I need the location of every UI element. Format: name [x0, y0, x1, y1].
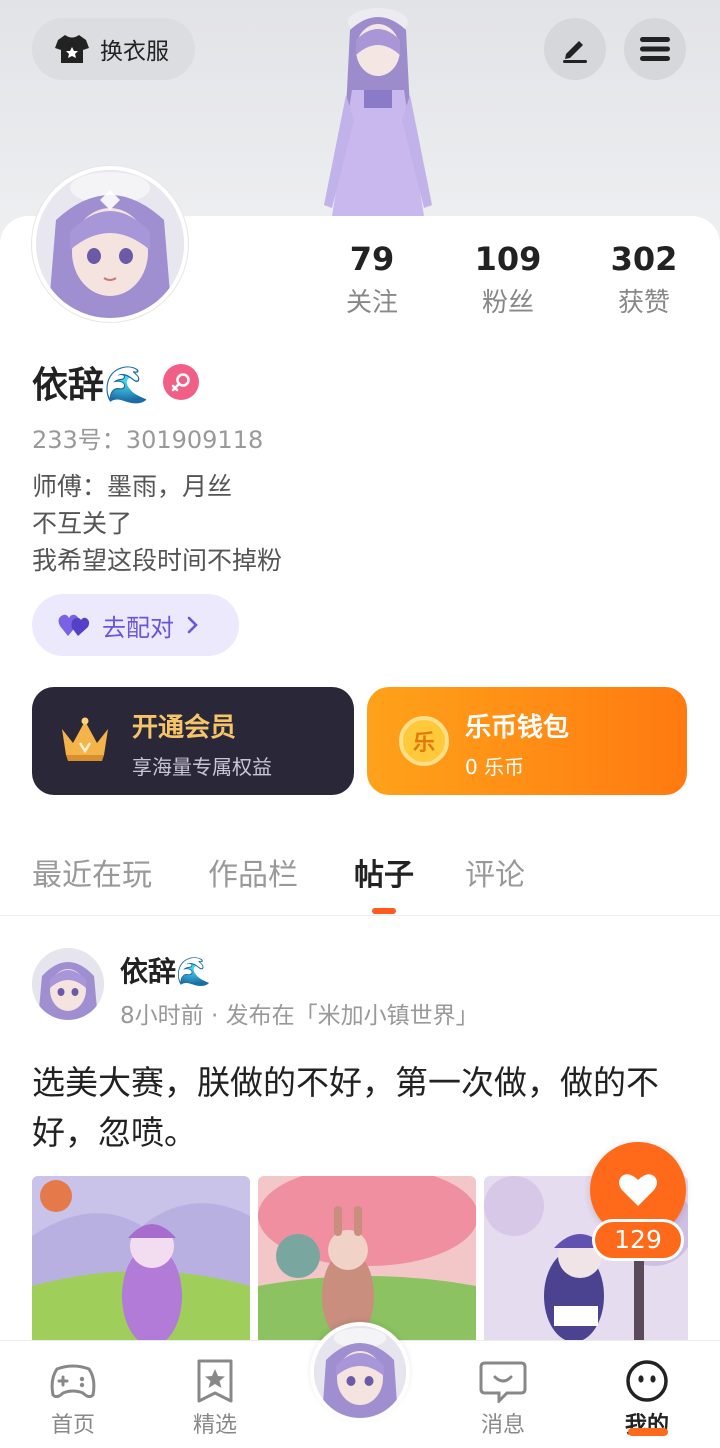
post-meta: 8小时前 · 发布在「米加小镇世界」 — [120, 1003, 479, 1029]
crown-icon — [62, 717, 108, 761]
bio: 师傅：墨雨，月丝 不互关了 我希望这段时间不掉粉 — [32, 468, 282, 579]
stat-likes[interactable]: 302 获赞 — [589, 240, 699, 319]
match-label: 去配对 — [102, 613, 174, 642]
followers-label: 粉丝 — [481, 288, 534, 318]
wallet-title: 乐币钱包 — [465, 713, 570, 743]
tab-recently-played[interactable]: 最近在玩 — [32, 850, 152, 894]
like-count: 129 — [592, 1219, 684, 1261]
vip-subtitle: 享海量专属权益 — [132, 755, 272, 779]
post-author-avatar[interactable] — [32, 948, 104, 1020]
coin-wallet-card[interactable]: 乐 乐币钱包 0 乐币 — [367, 687, 687, 795]
pencil-icon — [563, 41, 587, 63]
bio-line: 不互关了 — [32, 509, 133, 538]
heart-icon — [619, 1174, 657, 1206]
double-heart-icon — [58, 614, 90, 636]
profile-avatar[interactable] — [32, 166, 188, 322]
following-label: 关注 — [345, 288, 398, 318]
change-outfit-button[interactable]: 换衣服 — [32, 18, 195, 80]
coin-icon: 乐 — [399, 716, 449, 766]
vip-title: 开通会员 — [132, 713, 237, 743]
likes-received-count: 302 — [610, 240, 678, 278]
user-id: 233号：301909118 — [32, 426, 264, 454]
change-outfit-label: 换衣服 — [100, 39, 169, 65]
tab-comments[interactable]: 评论 — [465, 850, 525, 894]
nav-featured[interactable]: 精选 — [160, 1341, 270, 1448]
wallet-balance: 0 乐币 — [465, 755, 525, 779]
avatar-portrait — [314, 1326, 406, 1418]
nav-featured-label: 精选 — [192, 1413, 237, 1438]
gamepad-icon — [50, 1364, 96, 1399]
post-body[interactable]: 选美大赛，朕做的不好，第一次做，做的不好，忽喷。 — [32, 1058, 692, 1158]
content-tabs: 最近在玩 作品栏 帖子 评论 — [0, 850, 720, 916]
edit-profile-button[interactable] — [544, 18, 606, 80]
followers-count: 109 — [474, 240, 542, 278]
chat-bubble-icon — [479, 1361, 527, 1403]
hamburger-menu-icon — [640, 37, 670, 61]
post-image[interactable] — [32, 1176, 250, 1346]
menu-button[interactable] — [624, 18, 686, 80]
tab-posts[interactable]: 帖子 — [354, 850, 414, 894]
likes-received-label: 获赞 — [617, 288, 670, 318]
match-button[interactable]: 去配对 — [32, 594, 239, 656]
avatar-portrait — [36, 170, 184, 318]
profile-name: 依辞🌊 — [32, 365, 149, 406]
following-count: 79 — [349, 240, 395, 278]
post-author-name[interactable]: 依辞🌊 — [120, 950, 211, 990]
active-nav-indicator — [628, 1428, 668, 1436]
post-image[interactable] — [258, 1176, 476, 1346]
smiley-face-icon — [626, 1360, 668, 1402]
nav-home[interactable]: 首页 — [18, 1341, 128, 1448]
coin-char: 乐 — [412, 731, 435, 756]
nav-messages[interactable]: 消息 — [448, 1341, 558, 1448]
name-row: 依辞🌊 — [32, 356, 199, 408]
star-badge-icon — [197, 1359, 233, 1403]
female-icon — [162, 364, 199, 400]
bio-line: 我希望这段时间不掉粉 — [32, 546, 283, 575]
nav-messages-label: 消息 — [480, 1413, 525, 1438]
stat-following[interactable]: 79 关注 — [317, 240, 427, 319]
tshirt-icon — [55, 35, 89, 63]
vip-membership-card[interactable]: 开通会员 享海量专属权益 — [32, 687, 354, 795]
chevron-right-icon — [187, 616, 198, 634]
avatar-character-figure — [324, 8, 432, 216]
nav-avatar-button[interactable] — [310, 1322, 410, 1422]
tab-works[interactable]: 作品栏 — [208, 850, 298, 894]
active-tab-indicator — [372, 908, 396, 914]
stat-followers[interactable]: 109 粉丝 — [453, 240, 563, 319]
nav-home-label: 首页 — [50, 1413, 95, 1438]
bio-line: 师傅：墨雨，月丝 — [32, 472, 233, 501]
